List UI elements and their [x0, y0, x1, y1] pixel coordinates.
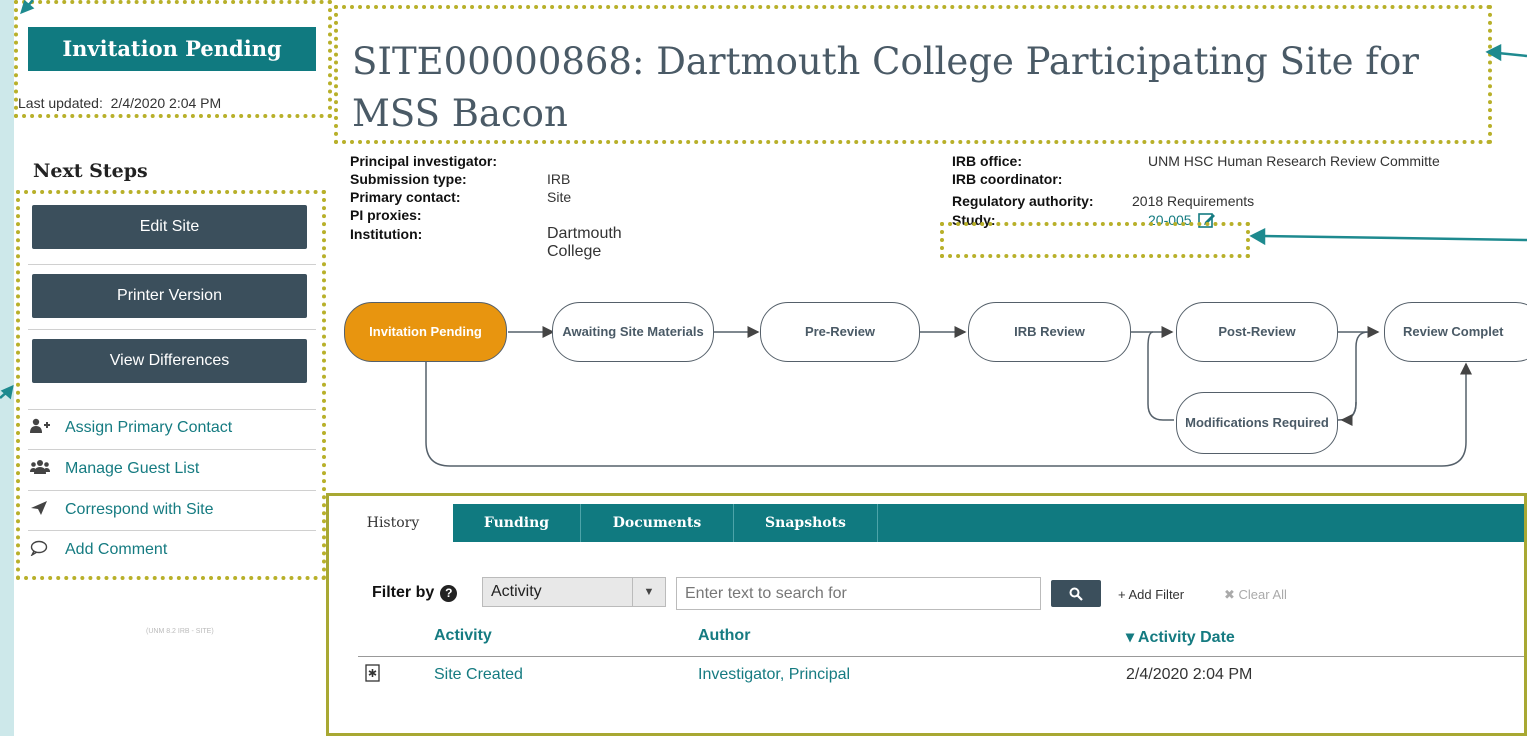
callout-arrows — [0, 0, 1527, 400]
